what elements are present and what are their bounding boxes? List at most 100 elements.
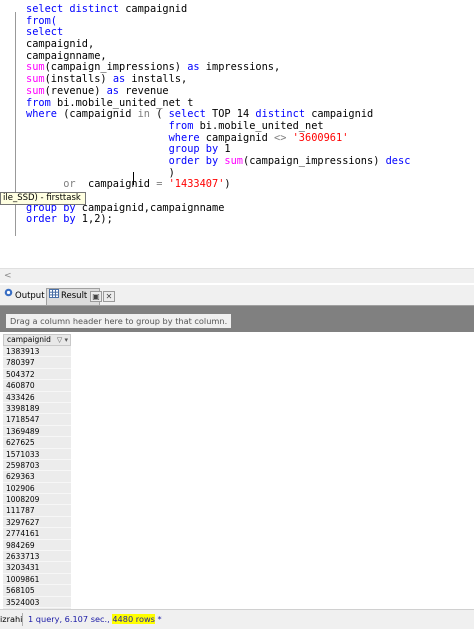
table-row[interactable]: 1383913 [3,346,71,358]
code-token: (campaignid [57,108,138,121]
code-token: select distinct [26,3,119,15]
editor-gutter [0,0,20,268]
table-row[interactable]: 3398189 [3,402,71,415]
table-row[interactable]: 1718547 [3,414,71,426]
column-header-campaignid[interactable]: campaignid ▽ ▾ [3,334,71,346]
results-grid[interactable]: campaignid ▽ ▾ 1383913 780397 504372 460870… [3,334,71,612]
group-by-panel[interactable]: Drag a column header here to group by th… [0,306,474,332]
tab-output[interactable]: Output [4,288,45,305]
table-row[interactable]: 2598703 [3,459,71,472]
code-token: group by [168,143,219,156]
code-token: sum [26,73,45,86]
table-row[interactable]: 102906 [3,482,71,495]
status-separator [22,613,23,626]
table-row[interactable]: 3524003 [3,596,71,608]
code-token: select [168,108,206,121]
status-suffix: * [154,614,162,624]
code-token: (campaign_impressions) [243,154,386,167]
scroll-left-arrow-icon[interactable]: < [4,271,12,281]
code-token: sum [224,154,244,167]
code-token: impressions, [199,61,281,74]
code-token: <> [274,131,287,144]
table-row[interactable]: 460870 [3,380,71,392]
code-line: order by 1,2); [26,214,410,226]
code-token: '1433407' [168,178,225,191]
result-tabs-bar: Output Result 1 ▣ ✕ [0,285,474,306]
code-line: from( [26,14,410,28]
table-row[interactable]: 1008209 [3,494,71,506]
code-token: revenue [119,84,169,97]
table-row[interactable]: 627625 [3,437,71,449]
code-token: ( [150,108,169,121]
filter-icon[interactable]: ▽ ▾ [57,335,68,345]
results-panel: Drag a column header here to group by th… [0,306,474,612]
code-token: campaignid [75,178,157,191]
grid-rows: 1383913 780397 504372 460870 433426 3398189 17… [3,346,71,612]
code-token: ) [224,178,231,191]
code-token: (installs) [44,73,113,86]
code-token: order by [26,213,76,226]
code-token: as [112,73,126,86]
table-row[interactable]: 2633713 [3,551,71,563]
table-row[interactable]: 568105 [3,585,71,597]
code-token: as [106,84,120,97]
code-token: sum [26,61,45,74]
table-row[interactable]: 504372 [3,368,71,381]
code-token: ) [26,166,175,179]
code-token: as [187,61,200,74]
code-line: or campaignid = '1433407') [26,178,410,191]
table-row[interactable]: 111787 [3,505,71,517]
code-token: 1 [218,143,231,156]
code-token: campaignid [119,3,188,15]
code-token: (revenue) [44,84,107,97]
editor-horizontal-scrollbar[interactable]: < [0,268,474,283]
status-user: izrahi [0,614,23,624]
table-row[interactable]: 984269 [3,539,71,552]
code-token: TOP 14 [205,108,256,121]
code-token: bi.mobile_united_net t [50,96,194,109]
code-token: installs, [125,73,188,86]
code-line: select distinct campaignid [26,3,410,16]
connection-tooltip: ile_SSD) - firsttask [0,192,86,205]
code-token: from( [26,14,57,27]
table-row[interactable]: 1571033 [3,448,71,460]
code-token: bi.mobile_united_net [193,119,324,132]
pin-tab-button[interactable]: ▣ [90,291,102,302]
code-token: campaignname, [26,49,107,62]
code-token: from [26,96,51,109]
text-caret [133,172,134,185]
table-row[interactable]: 1369489 [3,425,71,438]
code-token: where [168,131,200,144]
code-token: (campaign_impressions) [44,61,188,74]
code-token: from [168,119,194,132]
table-row[interactable]: 433426 [3,391,71,403]
table-row[interactable]: 3203431 [3,562,71,574]
row-count: 4480 rows [112,614,155,624]
sql-editor[interactable]: select distinct campaignid from(select cam… [0,0,474,285]
code-token: '3600961' [292,131,349,144]
code-token: distinct [255,108,306,121]
grid-icon [49,289,59,304]
status-bar: izrahi 1 query, 6.107 sec., 4480 rows * [0,609,474,629]
table-row[interactable]: 3297627 [3,516,71,529]
group-by-hint: Drag a column header here to group by th… [6,314,232,328]
table-row[interactable]: 2774161 [3,528,71,540]
query-time: 1 query, 6.107 sec., [28,614,113,624]
query-info: 1 query, 6.107 sec., 4480 rows * [28,610,162,628]
close-tab-button[interactable]: ✕ [103,291,115,302]
code-token: 1,2); [75,213,113,226]
output-icon [4,288,13,303]
table-row[interactable]: 1009861 [3,573,71,586]
code-token: campaignid [199,131,274,144]
code-token: in [137,108,150,121]
code-token: select [26,26,64,39]
code-token: where [26,108,57,121]
code-token: desc [385,154,411,167]
table-row[interactable]: 780397 [3,357,71,369]
table-row[interactable]: 629363 [3,471,71,483]
tab-output-label: Output [15,291,45,301]
code-token: campaignid, [26,38,95,51]
